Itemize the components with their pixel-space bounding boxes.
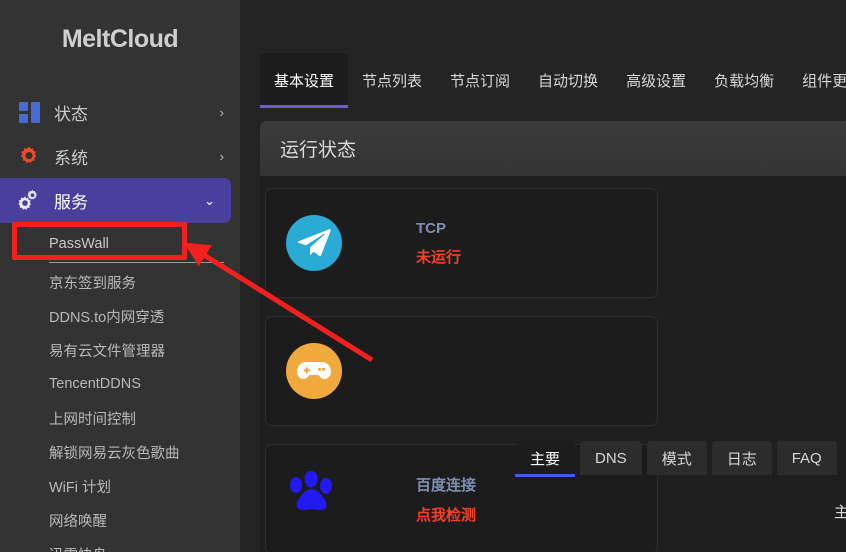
tab-label: 节点列表 — [362, 73, 423, 90]
brand-logo: MeltCloud — [0, 0, 240, 78]
tab-component-update[interactable]: 组件更新 — [788, 53, 846, 108]
tab-label: 高级设置 — [626, 73, 687, 90]
subtab-label: 日志 — [726, 450, 757, 468]
sidebar-item-label: 状态 — [54, 104, 88, 124]
sidebar-divider — [49, 262, 224, 263]
chevron-down-icon: ⌄ — [204, 193, 215, 208]
sidebar-item-ddnsto[interactable]: DDNS.to内网穿透 — [0, 299, 240, 333]
sidebar-item-yiyouyun[interactable]: 易有云文件管理器 — [0, 333, 240, 367]
baidu-paw-icon — [286, 470, 342, 527]
sidebar-item-netease-unlock[interactable]: 解锁网易云灰色歌曲 — [0, 435, 240, 469]
subtab-label: FAQ — [791, 449, 822, 467]
sidebar-subitem-label: DDNS.to内网穿透 — [49, 309, 165, 326]
subtab-label: 模式 — [661, 450, 692, 468]
sidebar-subitem-label: 网络唤醒 — [49, 513, 107, 530]
chevron-right-icon: › — [219, 104, 224, 120]
dashboard-grid-icon — [18, 101, 40, 123]
status-card-name: TCP — [416, 219, 446, 237]
tab-load-balance[interactable]: 负载均衡 — [700, 53, 788, 108]
status-card-name: 百度连接 — [416, 476, 477, 494]
sidebar-services-submenu: PassWall 京东签到服务 DDNS.to内网穿透 易有云文件管理器 Ten… — [0, 227, 240, 552]
tab-node-list[interactable]: 节点列表 — [348, 53, 436, 108]
sidebar-subitem-label: 易有云文件管理器 — [49, 343, 165, 360]
sidebar-item-system[interactable]: 系统 › — [0, 134, 240, 178]
status-card-status[interactable]: 未运行 — [416, 246, 461, 267]
sidebar-item-label: 服务 — [54, 193, 88, 212]
cogs-icon — [18, 190, 40, 212]
tab-label: 节点订阅 — [450, 73, 511, 90]
sidebar-subitem-label: 迅雷快鸟 — [49, 544, 107, 552]
status-card-gaming[interactable] — [265, 316, 658, 426]
sidebar-item-xunlei[interactable]: 迅雷快鸟 — [0, 537, 240, 552]
panel-title-label: 运行状态 — [280, 140, 357, 161]
status-card-status[interactable]: 点我检测 — [416, 504, 476, 525]
sidebar-subitem-label: WiFi 计划 — [49, 479, 112, 496]
subtab-dns[interactable]: DNS — [580, 441, 642, 475]
sidebar: MeltCloud 状态 › 系统 › 服务 ⌄ PassWall 京东签到服务… — [0, 0, 240, 552]
sidebar-item-wol[interactable]: 网络唤醒 — [0, 503, 240, 537]
sidebar-item-tencentddns[interactable]: TencentDDNS — [0, 367, 240, 401]
sidebar-nav: 状态 › 系统 › 服务 ⌄ — [0, 90, 240, 223]
main-switch-row: 主开关 — [515, 485, 846, 537]
sidebar-item-label: 系统 — [54, 148, 88, 168]
sidebar-item-time-control[interactable]: 上网时间控制 — [0, 401, 240, 435]
status-card-text: TCP 未运行 — [416, 220, 461, 267]
main-switch-label: 主开关 — [833, 503, 846, 521]
tab-label: 基本设置 — [274, 73, 335, 90]
panel-title: 运行状态 — [260, 121, 846, 176]
sub-tab-bar: 主要 DNS 模式 日志 FAQ — [515, 441, 837, 477]
status-card-text: 百度连接 点我检测 — [416, 474, 476, 525]
gamepad-icon — [286, 343, 342, 399]
chevron-right-icon: › — [219, 148, 224, 164]
tab-node-subscribe[interactable]: 节点订阅 — [436, 53, 524, 108]
telegram-icon — [286, 215, 342, 271]
tab-label: 组件更新 — [802, 73, 846, 90]
subtab-log[interactable]: 日志 — [711, 441, 772, 475]
subtab-mode[interactable]: 模式 — [646, 441, 707, 475]
app-window: MeltCloud 状态 › 系统 › 服务 ⌄ PassWall 京东签到服务… — [0, 0, 846, 552]
subtab-label: 主要 — [530, 450, 561, 468]
sidebar-item-services[interactable]: 服务 ⌄ — [0, 178, 231, 223]
subtab-main[interactable]: 主要 — [515, 441, 576, 477]
sidebar-item-wifi-schedule[interactable]: WiFi 计划 — [0, 469, 240, 503]
tab-advanced-settings[interactable]: 高级设置 — [612, 53, 700, 108]
sidebar-item-status[interactable]: 状态 › — [0, 90, 240, 134]
tab-bar: 基本设置 节点列表 节点订阅 自动切换 高级设置 负载均衡 组件更新 — [240, 53, 846, 108]
main-content: 基本设置 节点列表 节点订阅 自动切换 高级设置 负载均衡 组件更新 — [240, 0, 846, 552]
gear-icon — [18, 145, 40, 167]
status-card-telegram[interactable]: TCP 未运行 — [265, 188, 658, 298]
sidebar-item-jd-signin[interactable]: 京东签到服务 — [0, 265, 240, 299]
tab-auto-switch[interactable]: 自动切换 — [524, 53, 612, 108]
tab-label: 自动切换 — [538, 73, 599, 90]
sidebar-subitem-label: TencentDDNS — [49, 376, 141, 392]
tab-label: 负载均衡 — [714, 73, 775, 90]
subtab-faq[interactable]: FAQ — [776, 441, 837, 475]
annotation-highlight-box — [12, 222, 187, 260]
brand-name: MeltCloud — [61, 24, 179, 53]
sidebar-subitem-label: 上网时间控制 — [49, 411, 136, 428]
sidebar-subitem-label: 京东签到服务 — [49, 275, 136, 292]
tab-basic-settings[interactable]: 基本设置 — [260, 53, 349, 108]
sidebar-subitem-label: 解锁网易云灰色歌曲 — [49, 445, 180, 462]
subtab-label: DNS — [595, 449, 627, 467]
